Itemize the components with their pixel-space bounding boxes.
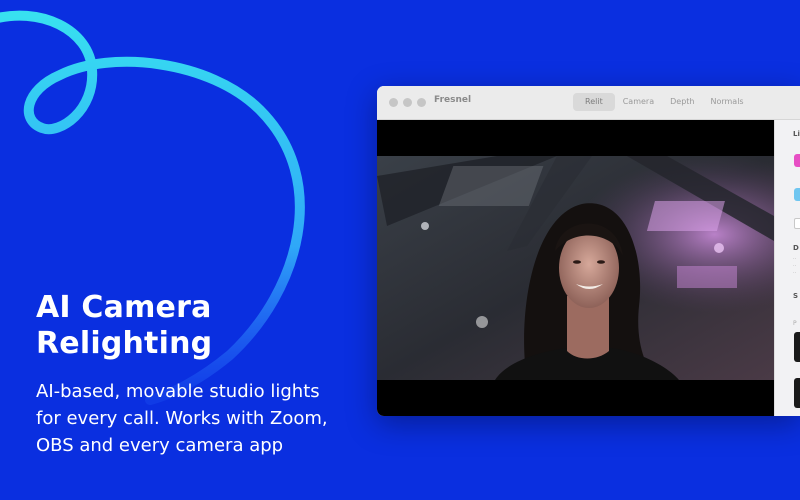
- app-title: Fresnel: [434, 95, 472, 105]
- hero-title-line: AI Camera: [36, 290, 212, 325]
- inspector-lights-heading: Li: [793, 130, 800, 138]
- tab-camera[interactable]: Camera: [615, 93, 662, 111]
- app-window: Fresnel Relit Camera Depth Normals Li D …: [377, 86, 800, 416]
- light-enable-checkbox[interactable]: [794, 218, 800, 229]
- tab-relit[interactable]: Relit: [573, 93, 615, 111]
- hero-description-line: OBS and every camera app: [36, 435, 284, 456]
- minimize-window-button[interactable]: [403, 98, 412, 107]
- camera-preview[interactable]: [377, 120, 774, 416]
- hero-description-line: for every call. Works with Zoom,: [36, 408, 328, 429]
- hero-title-line: Relighting: [36, 326, 213, 361]
- window-titlebar[interactable]: Fresnel Relit Camera Depth Normals: [377, 86, 800, 120]
- zoom-window-button[interactable]: [417, 98, 426, 107]
- preset-thumbnail[interactable]: [794, 332, 800, 362]
- light-color-swatch[interactable]: [794, 154, 800, 167]
- inspector-section-heading: D: [793, 244, 799, 252]
- relit-video-frame: [377, 156, 774, 380]
- hero-title: AI Camera Relighting: [36, 290, 212, 362]
- tab-normals[interactable]: Normals: [702, 93, 751, 111]
- tab-depth[interactable]: Depth: [662, 93, 702, 111]
- hero-description-line: AI-based, movable studio lights: [36, 381, 320, 402]
- inspector-panel: Li D ·· ·· ·· S P: [774, 120, 800, 416]
- close-window-button[interactable]: [389, 98, 398, 107]
- inspector-section-label: P: [793, 320, 797, 327]
- light-color-swatch[interactable]: [794, 188, 800, 201]
- inspector-help-text: ·· ·· ··: [793, 256, 797, 276]
- hero-description: AI-based, movable studio lights for ever…: [36, 378, 356, 459]
- inspector-section-heading: S: [793, 292, 799, 300]
- view-mode-tabs: Relit Camera Depth Normals: [573, 93, 752, 111]
- preset-thumbnail[interactable]: [794, 378, 800, 408]
